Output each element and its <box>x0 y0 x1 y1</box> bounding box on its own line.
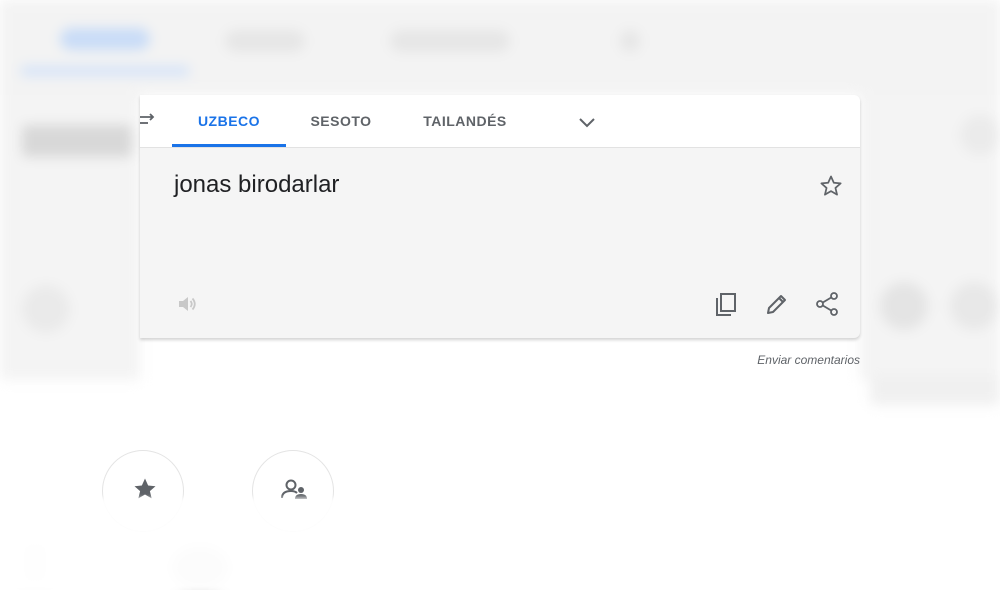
translation-panel: UZBECO SESOTO TAILANDÉS jonas birodarlar <box>140 95 860 338</box>
background-tab-blob <box>390 30 510 52</box>
translation-result-text: jonas birodarlar <box>174 171 340 198</box>
background-icon-blob <box>880 282 928 330</box>
swap-languages-icon[interactable] <box>140 111 158 129</box>
tab-uzbeco[interactable]: UZBECO <box>172 95 286 147</box>
edit-pencil-icon[interactable] <box>764 291 790 317</box>
background-tab-blob <box>620 30 640 52</box>
background-icon-blob <box>960 115 1000 155</box>
background-text-blob <box>22 125 132 157</box>
background-tab-underline <box>20 66 190 76</box>
tab-tailandes[interactable]: TAILANDÉS <box>410 95 520 147</box>
language-tab-bar: UZBECO SESOTO TAILANDÉS <box>140 95 860 148</box>
share-icon[interactable] <box>814 291 840 317</box>
background-tab-blob <box>225 30 305 52</box>
speaker-icon[interactable] <box>176 293 198 315</box>
tab-sesoto[interactable]: SESOTO <box>300 95 382 147</box>
bottom-fade-overlay <box>0 498 1000 590</box>
feedback-link[interactable]: Enviar comentarios <box>700 353 860 367</box>
star-outline-icon[interactable] <box>818 173 844 199</box>
background-icon-blob <box>22 285 70 333</box>
chevron-down-icon[interactable] <box>576 111 598 133</box>
copy-icon[interactable] <box>713 291 739 317</box>
background-icon-blob <box>950 282 998 330</box>
background-bar <box>870 375 1000 405</box>
background-tab-blob <box>60 28 150 50</box>
